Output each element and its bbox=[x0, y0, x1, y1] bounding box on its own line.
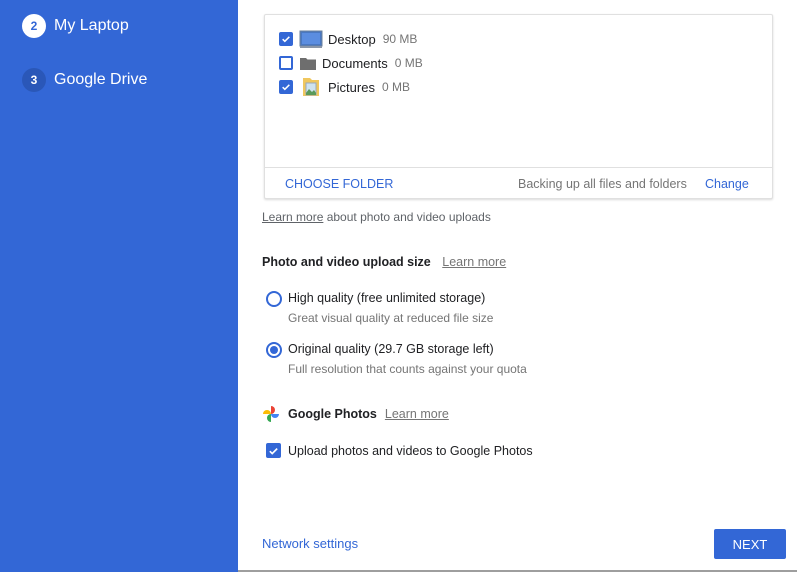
upload-info-line: Learn more about photo and video uploads bbox=[262, 210, 491, 224]
step-my-laptop[interactable]: 2 My Laptop bbox=[22, 14, 129, 38]
sidebar: 2 My Laptop 3 Google Drive bbox=[0, 0, 238, 572]
folder-checkbox[interactable] bbox=[279, 80, 293, 94]
upload-checkbox[interactable] bbox=[266, 443, 281, 458]
radio-original-quality[interactable]: Original quality (29.7 GB storage left) … bbox=[266, 342, 527, 376]
google-photos-icon bbox=[263, 406, 279, 422]
folder-name: Desktop bbox=[328, 31, 376, 47]
section-title: Photo and video upload size bbox=[262, 255, 431, 269]
backup-status-text: Backing up all files and folders bbox=[518, 177, 687, 191]
card-footer: CHOOSE FOLDER Backing up all files and f… bbox=[265, 167, 772, 199]
learn-more-link[interactable]: Learn more bbox=[262, 210, 323, 224]
step-google-drive[interactable]: 3 Google Drive bbox=[22, 68, 147, 92]
google-photos-section: Google Photos Learn more bbox=[262, 405, 449, 423]
desktop-folder-icon bbox=[299, 29, 323, 49]
main-panel: Desktop 90 MB Documents 0 MB Pictures 0 … bbox=[238, 0, 797, 572]
folder-item-desktop[interactable]: Desktop 90 MB bbox=[279, 29, 417, 49]
step-label: My Laptop bbox=[54, 17, 129, 34]
folder-icon bbox=[299, 53, 317, 73]
radio-high-quality[interactable]: High quality (free unlimited storage) Gr… bbox=[266, 291, 493, 325]
next-button[interactable]: NEXT bbox=[714, 529, 786, 559]
upload-label: Upload photos and videos to Google Photo… bbox=[288, 443, 533, 458]
folder-item-documents[interactable]: Documents 0 MB bbox=[279, 53, 423, 73]
step-number-badge: 3 bbox=[22, 68, 46, 92]
upload-info-text: about photo and video uploads bbox=[323, 210, 491, 224]
folder-size: 0 MB bbox=[394, 56, 423, 70]
folder-name: Pictures bbox=[328, 79, 375, 95]
upload-size-section: Photo and video upload size Learn more bbox=[262, 255, 506, 269]
learn-more-link[interactable]: Learn more bbox=[385, 407, 449, 421]
radio-label: High quality (free unlimited storage) bbox=[288, 291, 486, 305]
change-link[interactable]: Change bbox=[705, 177, 749, 191]
folder-name: Documents bbox=[322, 55, 388, 71]
folder-list-card: Desktop 90 MB Documents 0 MB Pictures 0 … bbox=[264, 14, 773, 199]
upload-to-photos-option[interactable]: Upload photos and videos to Google Photo… bbox=[266, 443, 533, 458]
google-photos-title: Google Photos bbox=[288, 407, 377, 421]
pictures-folder-icon bbox=[299, 77, 323, 97]
folder-checkbox[interactable] bbox=[279, 56, 293, 70]
radio-description: Full resolution that counts against your… bbox=[288, 362, 527, 376]
radio-description: Great visual quality at reduced file siz… bbox=[288, 311, 494, 325]
step-number-badge: 2 bbox=[22, 14, 46, 38]
folder-item-pictures[interactable]: Pictures 0 MB bbox=[279, 77, 410, 97]
step-label: Google Drive bbox=[54, 71, 148, 88]
radio-button-selected[interactable] bbox=[266, 342, 282, 358]
network-settings-link[interactable]: Network settings bbox=[262, 536, 358, 551]
choose-folder-button[interactable]: CHOOSE FOLDER bbox=[285, 177, 393, 191]
radio-label: Original quality (29.7 GB storage left) bbox=[288, 342, 494, 356]
folder-size: 90 MB bbox=[382, 32, 418, 46]
learn-more-link[interactable]: Learn more bbox=[442, 255, 506, 269]
folder-checkbox[interactable] bbox=[279, 32, 293, 46]
folder-size: 0 MB bbox=[381, 80, 410, 94]
radio-button[interactable] bbox=[266, 291, 282, 307]
